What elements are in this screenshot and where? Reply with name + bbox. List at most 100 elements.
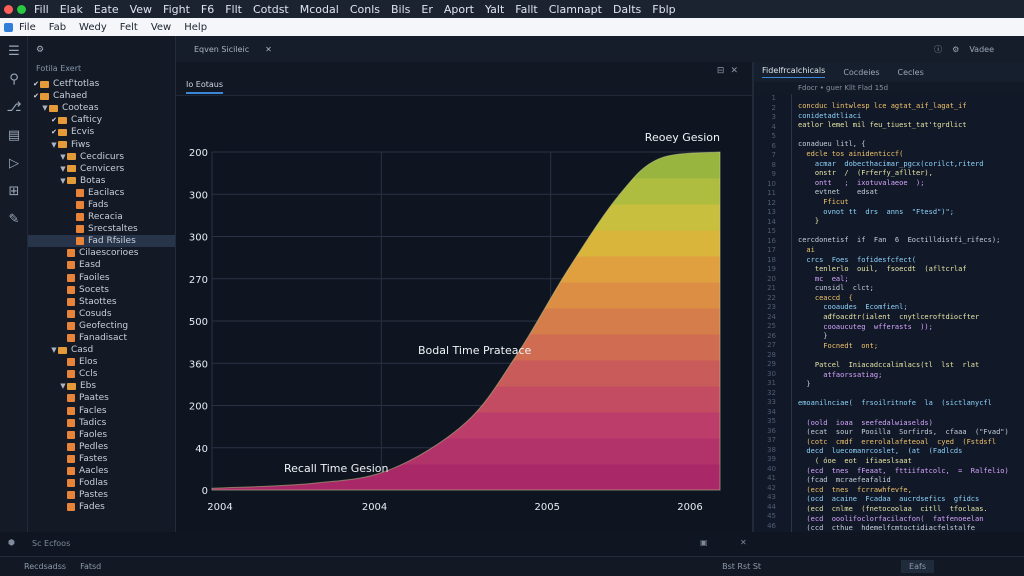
title-menu-item[interactable]: Vew [130, 3, 152, 16]
title-menu-item[interactable]: F6 [201, 3, 214, 16]
explorer-icon[interactable]: ☰ [6, 44, 22, 60]
tree-row[interactable]: Fad Rfsiles [28, 235, 175, 248]
tab-chart[interactable]: Io Eotaus [186, 80, 224, 94]
title-menu-item[interactable]: Mcodal [300, 3, 339, 16]
title-menu-item[interactable]: Fill [34, 3, 49, 16]
tree-row[interactable]: Faoles [28, 429, 175, 441]
line-number: 36 [767, 426, 776, 435]
info-icon[interactable]: ⓘ [934, 44, 942, 55]
tree-row[interactable]: Staottes [28, 296, 175, 308]
menu-item[interactable]: File [19, 22, 36, 33]
code-line: edcle tos ainidenticcf( [798, 149, 904, 158]
title-menu-item[interactable]: Fallt [515, 3, 537, 16]
menu-item[interactable]: Help [184, 22, 207, 33]
tree-row[interactable]: Ccls [28, 368, 175, 380]
status-position[interactable]: Bst Rst St [722, 562, 761, 571]
title-menu-item[interactable]: Dalts [613, 3, 641, 16]
tree-row[interactable]: ▼ Cenvicers [28, 163, 175, 175]
tree-row[interactable]: Facles [28, 405, 175, 417]
tree-row[interactable]: ▼ Casd [28, 344, 175, 356]
tree-row[interactable]: Faoiles [28, 272, 175, 284]
tree-row[interactable]: Socets [28, 284, 175, 296]
tree-row[interactable]: Cilaescorioes [28, 247, 175, 259]
tree-row[interactable]: ✔ Cafticy [28, 114, 175, 126]
tree-row[interactable]: ▼ Fiws [28, 138, 175, 150]
tree-row[interactable]: Fastes [28, 453, 175, 465]
tree-row[interactable]: Geofecting [28, 320, 175, 332]
file-icon [67, 491, 75, 500]
title-menu-item[interactable]: Aport [444, 3, 474, 16]
title-menu-item[interactable]: Conls [350, 3, 380, 16]
tree-row[interactable]: Pastes [28, 489, 175, 501]
code-tab[interactable]: Cecles [898, 68, 924, 77]
tree-row[interactable]: ▼ Cooteas [28, 102, 175, 114]
tree-row[interactable]: ✔ Ecvis [28, 126, 175, 138]
code-tab[interactable]: Fidelfrcalchicals [762, 66, 826, 78]
title-menu-item[interactable]: Er [421, 3, 432, 16]
status-left[interactable]: Recdsadss [24, 562, 66, 571]
menu-item[interactable]: Vew [151, 22, 171, 33]
tree-row[interactable]: Fads [28, 199, 175, 211]
code-tab[interactable]: Cocdeies [843, 68, 879, 77]
panel-close-icon[interactable]: ✕ [740, 538, 747, 547]
source-control-icon[interactable]: ⎇ [6, 100, 22, 116]
extensions-icon[interactable]: ⊞ [6, 184, 22, 200]
title-menu-item[interactable]: Bils [391, 3, 410, 16]
files-icon[interactable]: ▤ [6, 128, 22, 144]
title-menu-item[interactable]: Yalt [485, 3, 504, 16]
title-menu-item[interactable]: Eate [94, 3, 119, 16]
menu-item[interactable]: Wedy [79, 22, 107, 33]
line-number: 46 [767, 521, 776, 530]
title-menu-item[interactable]: Fight [163, 3, 190, 16]
tree-row[interactable]: Aacles [28, 465, 175, 477]
tree-label: Staottes [79, 296, 117, 307]
tree-row[interactable]: Fanadisact [28, 332, 175, 344]
tree-row[interactable]: ✔ Cahaed [28, 90, 175, 102]
split-icon[interactable]: ⊟ [717, 66, 731, 76]
tree-row[interactable]: Paates [28, 392, 175, 404]
debug-icon[interactable]: ▷ [6, 156, 22, 172]
gear-icon[interactable]: ⚙ [36, 45, 44, 55]
tree-row[interactable]: Cosuds [28, 308, 175, 320]
code-text[interactable]: concduc lintwlesp lce agtat_aif_lagat_if… [798, 102, 1024, 543]
menu-item[interactable]: Fab [49, 22, 66, 33]
edit-icon[interactable]: ✎ [6, 212, 22, 228]
tree-row[interactable]: ✔ Cetf'totlas [28, 78, 175, 90]
line-number: 41 [767, 474, 776, 482]
tree-row[interactable]: Elos [28, 356, 175, 368]
menu-item[interactable]: Felt [120, 22, 138, 33]
tree-row[interactable]: ▼ Ebs [28, 380, 175, 392]
terminal-icon[interactable]: ⬢ [8, 538, 15, 547]
panel-toggle-icon[interactable]: ▣ [700, 538, 708, 547]
title-menu-item[interactable]: Clamnapt [549, 3, 602, 16]
file-icon [67, 249, 75, 258]
close-icon[interactable]: ✕ [730, 66, 744, 76]
tree-row[interactable]: Fades [28, 501, 175, 513]
title-menu-item[interactable]: Cotdst [253, 3, 289, 16]
line-number: 14 [767, 217, 776, 226]
search-icon[interactable]: ⚲ [6, 72, 22, 88]
title-menu-item[interactable]: Fllt [225, 3, 242, 16]
close-window-icon[interactable] [4, 4, 13, 14]
maximize-window-icon[interactable] [17, 4, 26, 14]
tree-row[interactable]: Pedles [28, 441, 175, 453]
tree-row[interactable]: Tadics [28, 417, 175, 429]
tree-row[interactable]: Recacia [28, 211, 175, 223]
search-input[interactable]: Vadee [969, 45, 994, 54]
x-tick-label: 2006 [677, 502, 702, 513]
split-icon[interactable]: ✕ [265, 45, 272, 54]
title-menu-item[interactable]: Fblp [652, 3, 675, 16]
tree-row[interactable]: Srecstaltes [28, 223, 175, 235]
tree-row[interactable]: Easd [28, 259, 175, 271]
y-tick-label: 300 [189, 190, 208, 201]
folder-icon [67, 382, 76, 390]
file-icon [67, 297, 75, 306]
status-mid[interactable]: Fatsd [80, 562, 101, 571]
tree-row[interactable]: ▼ Cecdicurs [28, 151, 175, 163]
settings-icon[interactable]: ⚙ [952, 45, 959, 54]
tree-row[interactable]: Eacilacs [28, 187, 175, 199]
title-menu-item[interactable]: Elak [60, 3, 83, 16]
tree-row[interactable]: Fodlas [28, 477, 175, 489]
tree-row[interactable]: ▼ Botas [28, 175, 175, 187]
status-encoding[interactable]: Eafs [901, 560, 934, 573]
